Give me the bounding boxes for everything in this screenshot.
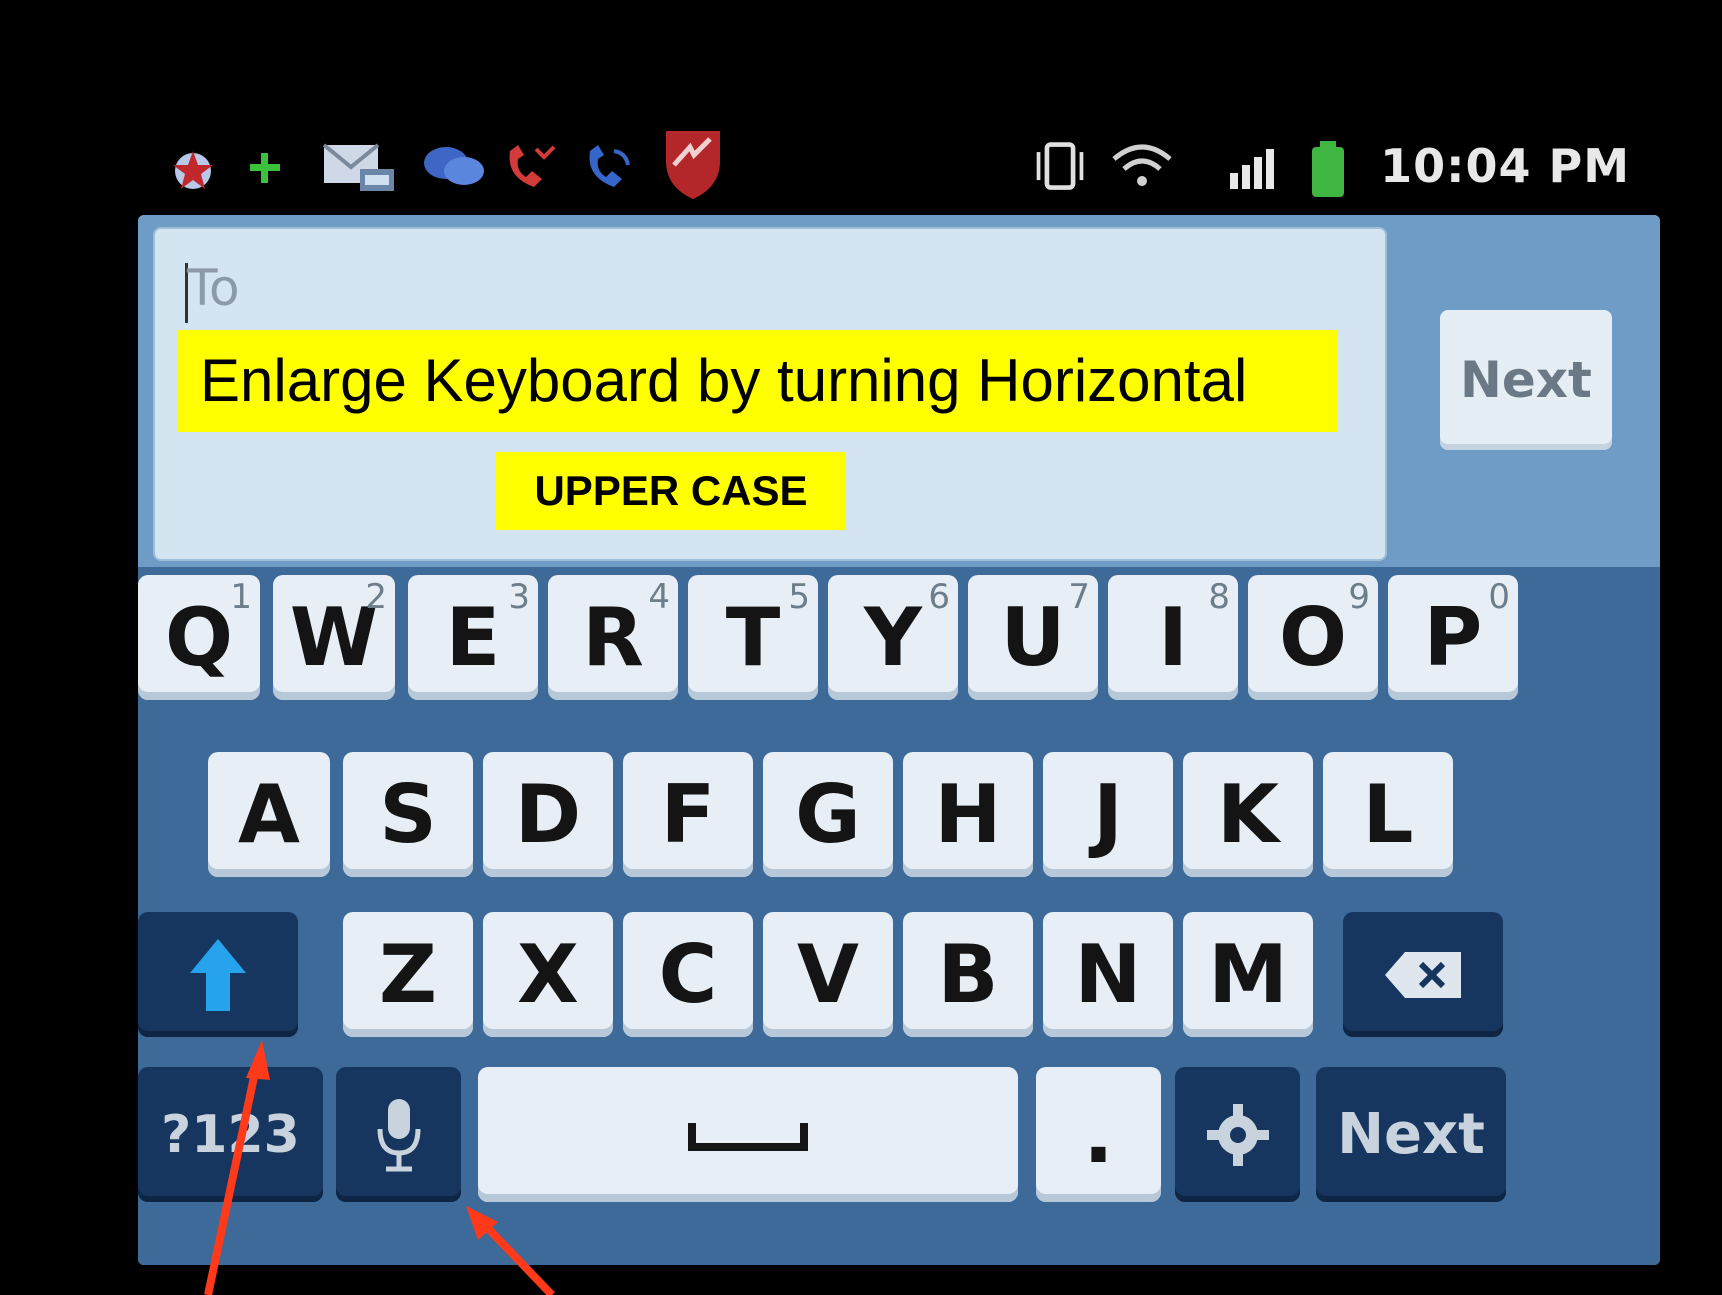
arrow-to-shift xyxy=(204,1040,270,1295)
arrow-to-microphone xyxy=(466,1206,555,1295)
annotation-arrows xyxy=(204,1040,555,1295)
